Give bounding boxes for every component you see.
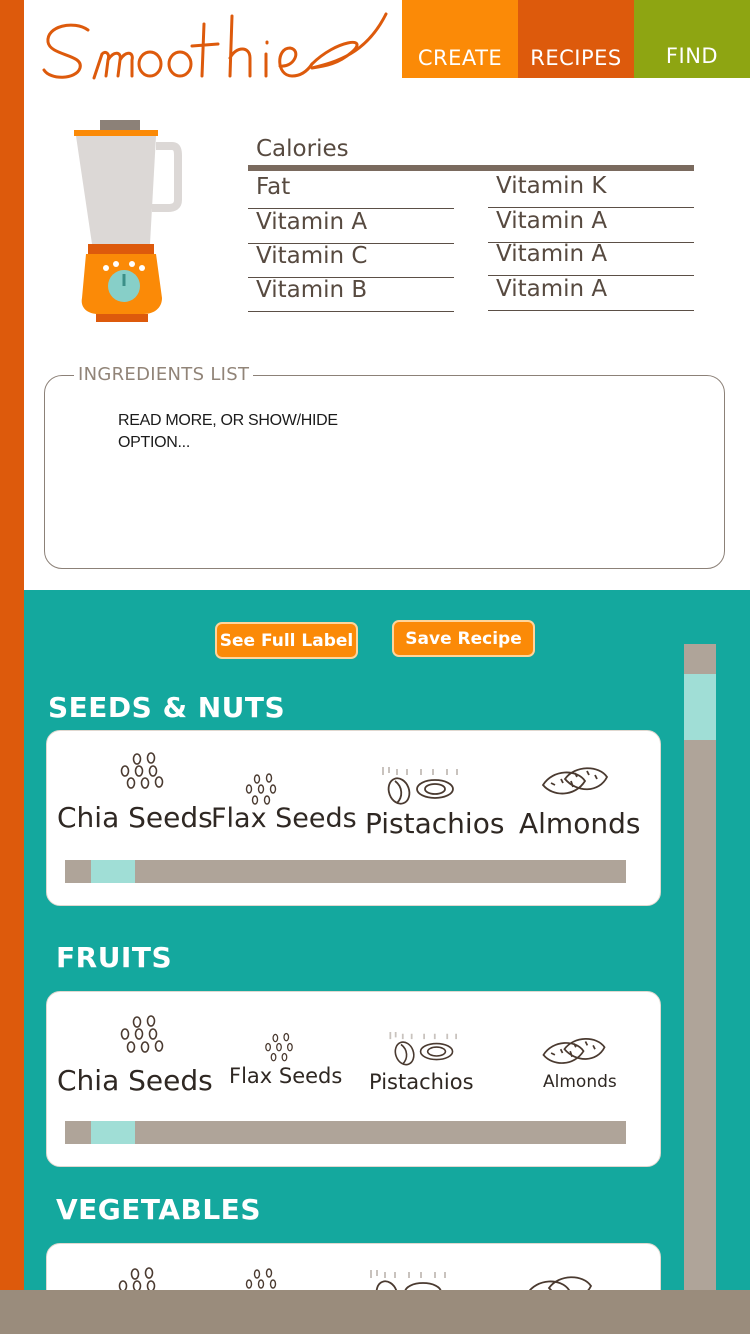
save-recipe-button[interactable]: Save Recipe xyxy=(392,620,535,657)
ingredient-carousel-seeds-nuts: Chia Seeds Flax Seeds Pistachios Almonds xyxy=(46,730,661,906)
ingredients-read-more[interactable]: READ MORE, OR SHOW/HIDE OPTION... xyxy=(118,410,368,454)
ingredient-chia-seeds[interactable]: Chia Seeds xyxy=(57,1014,213,1104)
scrollbar-thumb[interactable] xyxy=(91,1121,135,1144)
item-label: Almonds xyxy=(519,807,641,840)
flax-seeds-icon xyxy=(265,1032,293,1062)
nutrient-vitamin-c: Vitamin C xyxy=(248,243,454,278)
calories-divider xyxy=(248,165,694,171)
ingredient-flax-seeds[interactable]: Flax Seeds xyxy=(229,1028,349,1098)
vertical-scrollbar[interactable] xyxy=(684,644,716,1294)
flax-seeds-icon xyxy=(245,773,277,805)
almond-icon xyxy=(541,767,609,795)
pistachio-icon xyxy=(382,767,458,805)
item-label: Chia Seeds xyxy=(57,801,213,834)
section-title-vegetables: VEGETABLES xyxy=(56,1193,261,1226)
left-accent-rail xyxy=(0,0,24,1334)
tab-recipes[interactable]: RECIPES xyxy=(518,0,634,78)
tab-find[interactable]: FIND xyxy=(634,0,750,78)
pistachio-icon xyxy=(389,1032,457,1066)
nutrient-vitamin-a-4: Vitamin A xyxy=(488,276,694,311)
chia-seeds-icon xyxy=(120,1015,164,1053)
section-title-seeds-nuts: SEEDS & NUTS xyxy=(48,691,286,724)
horizontal-scrollbar[interactable] xyxy=(65,1121,626,1144)
item-label: Flax Seeds xyxy=(229,1064,343,1088)
nutrient-vitamin-b: Vitamin B xyxy=(248,277,454,312)
nutrient-vitamin-a-2: Vitamin A xyxy=(488,208,694,243)
item-label: Almonds xyxy=(543,1072,617,1092)
ingredient-chia-seeds[interactable]: Chia Seeds xyxy=(57,751,213,841)
item-label: Pistachios xyxy=(369,1070,474,1094)
calories-label: Calories xyxy=(256,136,349,162)
tab-create[interactable]: CREATE xyxy=(402,0,518,78)
bottom-bar xyxy=(0,1290,750,1334)
scrollbar-thumb[interactable] xyxy=(91,860,135,883)
smoothies-logo xyxy=(36,6,396,92)
ingredient-flax-seeds[interactable]: Flax Seeds xyxy=(209,767,359,843)
scrollbar-thumb[interactable] xyxy=(684,674,716,740)
item-label: Chia Seeds xyxy=(57,1064,213,1097)
blender-icon xyxy=(70,118,186,326)
nutrient-vitamin-k: Vitamin K xyxy=(488,173,694,208)
nutrient-vitamin-a: Vitamin A xyxy=(248,209,454,244)
ingredient-almonds[interactable]: Almonds xyxy=(539,1032,629,1102)
nutrient-vitamin-a-3: Vitamin A xyxy=(488,241,694,276)
almond-icon xyxy=(542,1038,606,1064)
chia-seeds-icon xyxy=(120,752,164,789)
ingredients-list-title: INGREDIENTS LIST xyxy=(74,364,254,385)
item-label: Flax Seeds xyxy=(211,803,357,834)
ingredient-carousel-fruits: Chia Seeds Flax Seeds Pistachios Almonds xyxy=(46,991,661,1167)
ingredient-pistachios[interactable]: Pistachios xyxy=(369,1028,489,1100)
see-full-label-button[interactable]: See Full Label xyxy=(215,622,358,659)
nutrient-fat: Fat xyxy=(248,174,454,209)
ingredient-pistachios[interactable]: Pistachios xyxy=(363,763,513,845)
section-title-fruits: FRUITS xyxy=(56,941,173,974)
ingredients-list-box xyxy=(44,375,725,569)
horizontal-scrollbar[interactable] xyxy=(65,860,626,883)
ingredient-almonds[interactable]: Almonds xyxy=(517,761,657,845)
item-label: Pistachios xyxy=(365,807,505,840)
